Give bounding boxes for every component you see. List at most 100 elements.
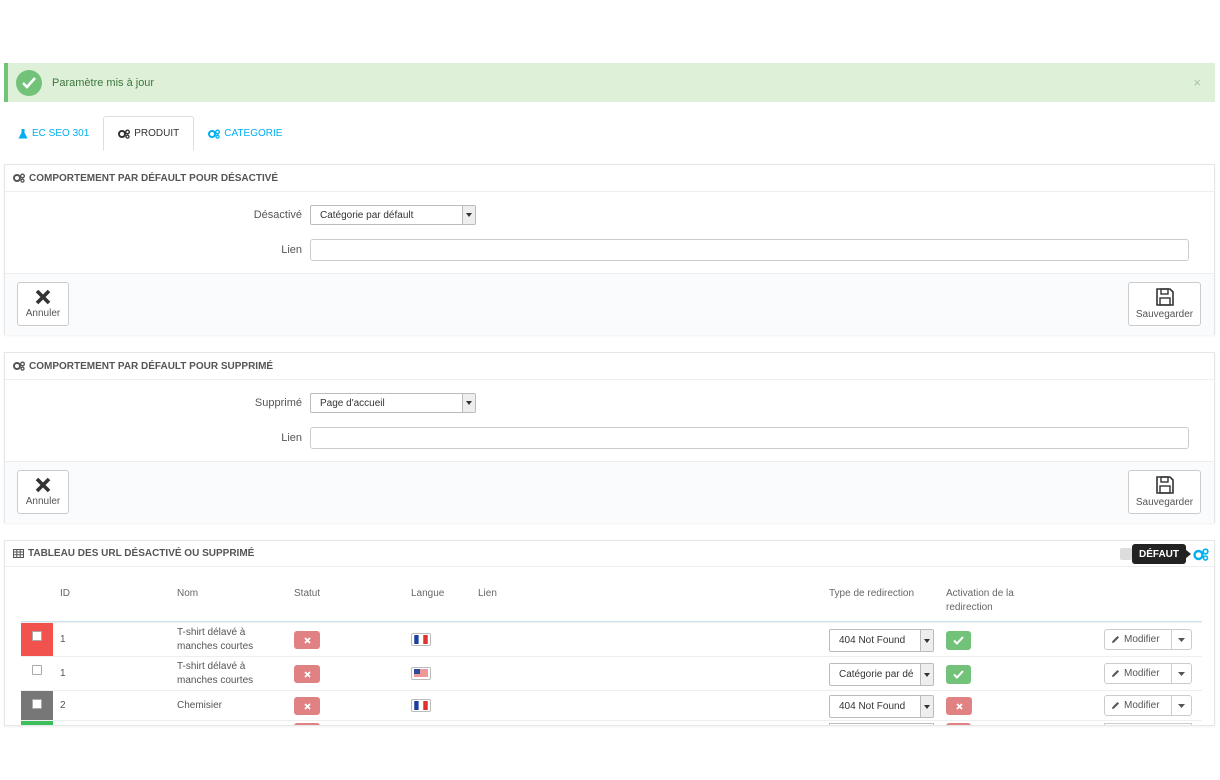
chevron-down-icon[interactable] [1171,696,1191,715]
col-header-activation[interactable]: Activation de la redirection [946,587,1036,615]
tooltip-default: DÉFAUT [1132,544,1186,564]
tab-label: CATEGORIE [224,128,283,139]
button-label: Modifier [1124,668,1160,679]
save-button[interactable]: Sauvegarder [1128,282,1201,326]
activation-enabled-icon[interactable] [946,631,971,650]
col-header-status[interactable]: Statut [294,587,320,601]
chevron-down-icon [920,696,933,717]
chevron-down-icon[interactable] [1171,630,1191,649]
chevron-down-icon [462,206,475,224]
col-header-redirect-type[interactable]: Type de redirection [829,587,914,601]
form-row-link: Lien [5,239,1214,261]
col-header-link[interactable]: Lien [478,587,497,601]
activation-disabled-icon[interactable] [946,723,971,725]
select-value: Catégorie par dé [839,669,914,680]
field-label: Désactivé [253,209,302,221]
modify-button[interactable]: Modifier [1104,629,1192,650]
alert-message: Paramètre mis à jour [52,76,155,89]
chevron-down-icon [462,394,475,412]
disabled-select[interactable]: Catégorie par défault [310,205,476,225]
fr-flag-icon [411,699,431,712]
panel-url-table: TABLEAU DES URL DÉSACTIVÉ OU SUPPRIMÉ DÉ… [4,540,1215,726]
cogs-icon [118,129,131,139]
col-header-lang[interactable]: Langue [411,587,444,601]
deleted-select[interactable]: Page d'accueil [310,393,476,413]
status-disabled-icon[interactable] [294,697,320,715]
close-icon [35,289,51,305]
cogs-icon[interactable] [1193,548,1209,561]
table-row[interactable]: 1 T-shirt délavé à manches courtes 404 N… [21,622,1202,656]
add-icon[interactable] [1120,548,1132,560]
success-alert: Paramètre mis à jour × [4,63,1215,102]
form-row-link: Lien [5,427,1214,449]
panel-footer: Annuler Sauvegarder [5,461,1214,523]
save-button[interactable]: Sauvegarder [1128,470,1201,514]
cogs-icon [13,173,25,183]
cell-id: 2 [60,700,66,711]
link-input[interactable] [310,427,1189,449]
status-disabled-icon[interactable] [294,665,320,683]
link-input[interactable] [310,239,1189,261]
redirect-type-select[interactable] [829,723,934,725]
row-marker [21,691,53,720]
pencil-icon [1112,702,1119,709]
row-marker [21,623,53,656]
close-icon[interactable]: × [1193,75,1201,90]
form-row-deleted: Supprimé Page d'accueil [5,392,1214,414]
button-label: Sauvegarder [1135,497,1194,508]
save-icon [1155,476,1174,494]
button-label: Annuler [25,308,61,319]
redirect-type-select[interactable]: Catégorie par dé [829,663,934,686]
panel-title: COMPORTEMENT PAR DÉFAULT POUR DÉSACTIVÉ [29,172,279,184]
status-disabled-icon[interactable] [294,631,320,649]
col-header-name[interactable]: Nom [177,587,198,601]
row-checkbox[interactable] [32,631,42,641]
field-label: Supprimé [254,397,302,409]
modify-button[interactable]: Modifier [1104,663,1192,684]
chevron-down-icon [920,664,933,685]
cell-id: 1 [60,668,66,679]
panel-default-deleted: COMPORTEMENT PAR DÉFAULT POUR SUPPRIMÉ S… [4,352,1215,523]
tab-categorie[interactable]: CATEGORIE [194,116,296,151]
cogs-icon [13,361,25,371]
redirect-type-select[interactable]: 404 Not Found [829,695,934,718]
redirect-type-select[interactable]: 404 Not Found [829,629,934,652]
panel-footer: Annuler Sauvegarder [5,273,1214,335]
panel-title: TABLEAU DES URL DÉSACTIVÉ OU SUPPRIMÉ [28,548,255,559]
table-row[interactable] [21,720,1202,725]
chevron-down-icon [920,630,933,651]
row-checkbox[interactable] [32,699,42,709]
activation-disabled-icon[interactable] [946,697,972,715]
field-label: Lien [281,432,302,444]
select-value: Catégorie par défault [320,209,414,221]
modify-button[interactable]: Modifier [1104,695,1192,716]
tab-produit[interactable]: PRODUIT [103,116,195,151]
cancel-button[interactable]: Annuler [17,282,69,326]
tab-ec-seo-301[interactable]: EC SEO 301 [4,116,103,151]
table-row[interactable]: 2 Chemisier 404 Not Found Modifier [21,690,1202,720]
button-label: Annuler [25,496,61,507]
save-icon [1155,288,1174,306]
cell-name: T-shirt délavé à manches courtes [177,627,254,652]
chevron-down-icon[interactable] [1171,664,1191,683]
panel-heading: TABLEAU DES URL DÉSACTIVÉ OU SUPPRIMÉ DÉ… [5,541,1214,567]
row-marker [21,657,53,690]
cell-id: 1 [60,634,66,645]
pencil-icon [1112,636,1119,643]
status-disabled-icon[interactable] [294,723,320,725]
button-label: Modifier [1124,700,1160,711]
check-circle-icon [16,69,42,96]
col-header-id[interactable]: ID [60,587,70,601]
select-value: 404 Not Found [839,635,906,646]
us-flag-icon [411,667,431,680]
table-icon [13,549,24,558]
panel-heading: COMPORTEMENT PAR DÉFAULT POUR SUPPRIMÉ [5,353,1214,380]
row-checkbox[interactable] [32,665,42,675]
activation-enabled-icon[interactable] [946,665,971,684]
panel-default-disabled: COMPORTEMENT PAR DÉFAULT POUR DÉSACTIVÉ … [4,164,1215,335]
form-row-disabled: Désactivé Catégorie par défault [5,204,1214,226]
table-row[interactable]: 1 T-shirt délavé à manches courtes Catég… [21,656,1202,690]
row-marker [21,721,53,725]
cancel-button[interactable]: Annuler [17,470,69,514]
modify-button[interactable] [1104,723,1192,725]
